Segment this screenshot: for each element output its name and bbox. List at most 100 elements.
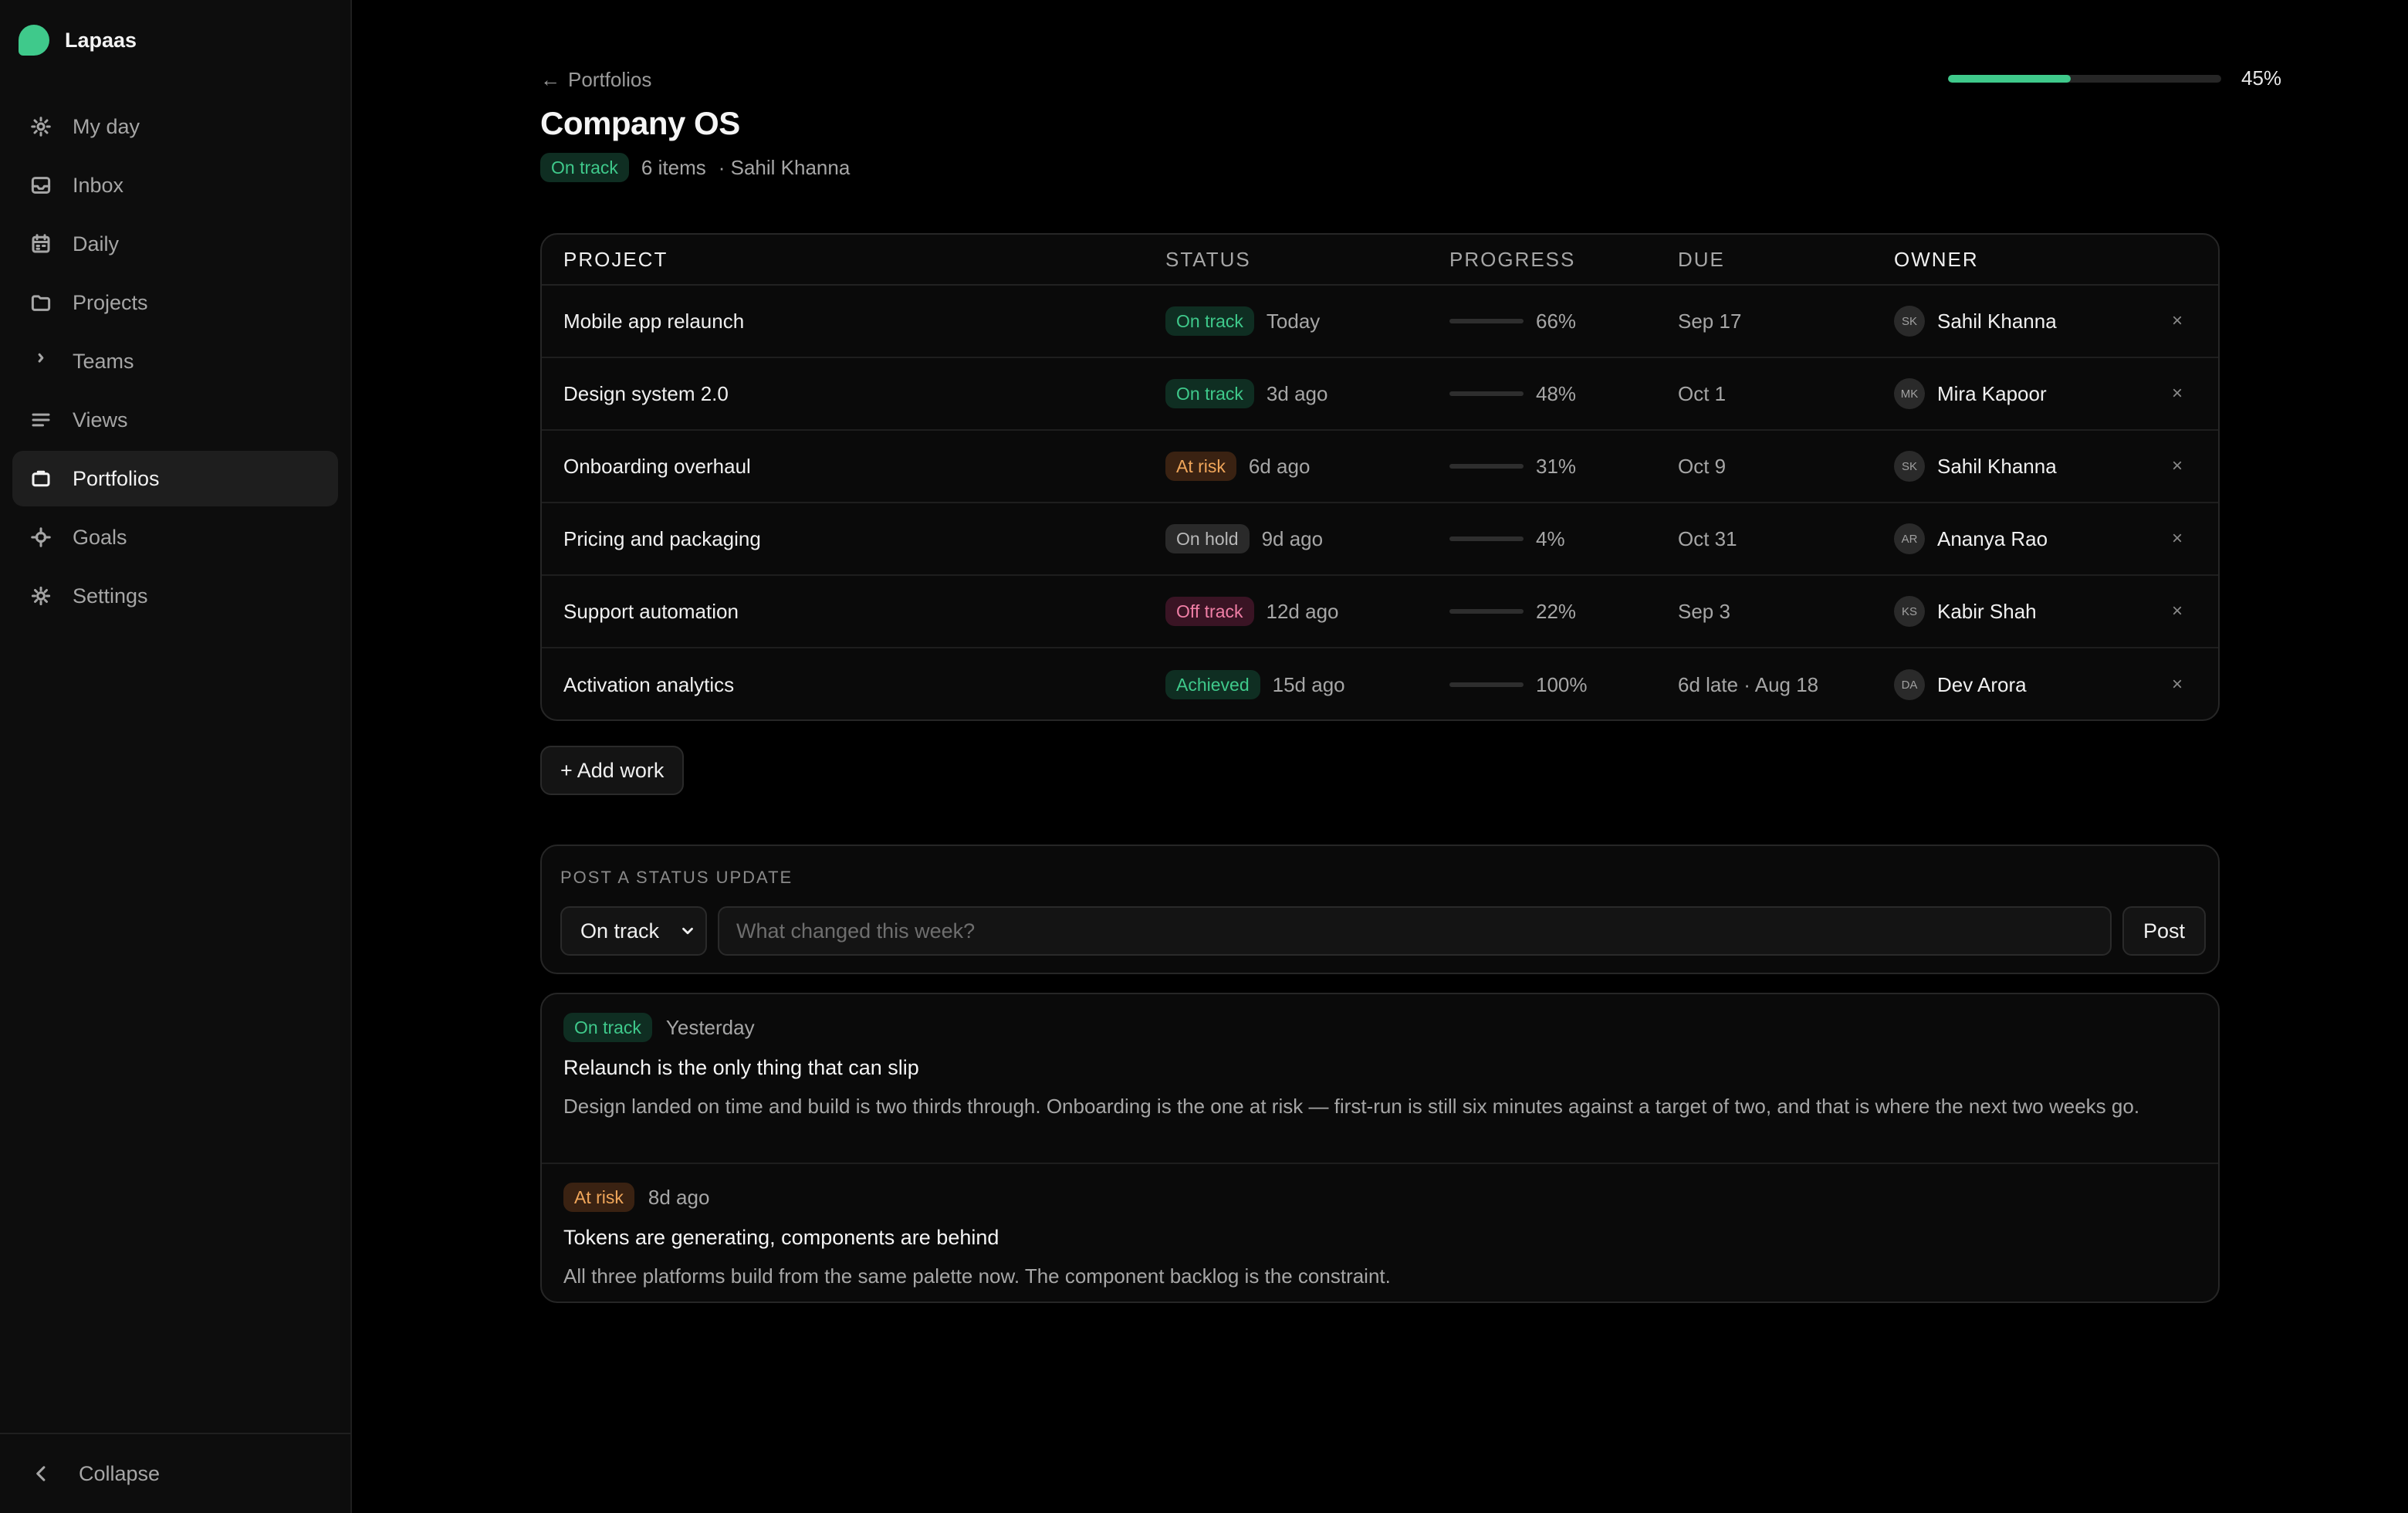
table-row[interactable]: Support automation Off track 12d ago 22%… bbox=[542, 576, 2218, 648]
composer-label: POST A STATUS UPDATE bbox=[560, 868, 793, 887]
due-date[interactable]: 6d late · Aug 18 bbox=[1678, 673, 1818, 697]
owner-name: Ananya Rao bbox=[1937, 526, 2048, 550]
remove-row-icon[interactable]: × bbox=[2172, 674, 2183, 696]
update-time: 8d ago bbox=[648, 1185, 710, 1209]
owner-name: Mira Kapoor bbox=[1937, 381, 2047, 405]
sidebar-item-portfolios[interactable]: Portfolios bbox=[12, 451, 338, 506]
sidebar-item-label: Inbox bbox=[73, 173, 124, 197]
avatar: KS bbox=[1894, 596, 1925, 627]
project-name[interactable]: Support automation bbox=[563, 600, 739, 624]
avatar: MK bbox=[1894, 378, 1925, 409]
due-date[interactable]: Sep 17 bbox=[1678, 310, 1741, 333]
sidebar-item-goals[interactable]: Goals bbox=[12, 509, 338, 565]
status-badge[interactable]: At risk bbox=[1165, 452, 1236, 481]
column-header-status[interactable]: Status bbox=[1165, 248, 1251, 272]
portfolio-owner: · Sahil Khanna bbox=[718, 155, 851, 179]
remove-row-icon[interactable]: × bbox=[2172, 455, 2183, 477]
sidebar-item-settings[interactable]: Settings bbox=[12, 568, 338, 624]
brand-name: Lapaas bbox=[65, 28, 137, 52]
column-header-project[interactable]: Project bbox=[563, 248, 668, 272]
sidebar: Lapaas My day Inbox Daily Projects Teams… bbox=[0, 0, 352, 1513]
updated-time: Today bbox=[1266, 309, 1321, 333]
column-header-owner[interactable]: Owner bbox=[1894, 248, 1979, 272]
status-badge[interactable]: On hold bbox=[1165, 524, 1250, 553]
update-time: Yesterday bbox=[665, 1015, 755, 1039]
project-name[interactable]: Design system 2.0 bbox=[563, 382, 729, 406]
brand[interactable]: Lapaas bbox=[19, 25, 137, 56]
status-badge: At risk bbox=[563, 1183, 634, 1212]
status-update-item: On track Yesterday Relaunch is the only … bbox=[542, 994, 2218, 1163]
owner-cell[interactable]: KS Kabir Shah bbox=[1894, 596, 2037, 627]
update-body: All three platforms build from the same … bbox=[563, 1264, 1391, 1288]
sidebar-item-views[interactable]: Views bbox=[12, 392, 338, 448]
portfolio-meta: On track 6 items · Sahil Khanna bbox=[540, 153, 850, 182]
status-select[interactable]: On track bbox=[560, 906, 707, 956]
column-header-progress[interactable]: Progress bbox=[1449, 248, 1575, 272]
remove-row-icon[interactable]: × bbox=[2172, 528, 2183, 550]
owner-cell[interactable]: DA Dev Arora bbox=[1894, 669, 2027, 700]
owner-name: Dev Arora bbox=[1937, 672, 2027, 696]
sidebar-item-label: Views bbox=[73, 408, 128, 432]
sidebar-item-label: Portfolios bbox=[73, 466, 160, 490]
progress-cell: 48% bbox=[1449, 382, 1576, 406]
briefcase-icon bbox=[29, 467, 52, 490]
post-button[interactable]: Post bbox=[2122, 906, 2206, 956]
owner-cell[interactable]: MK Mira Kapoor bbox=[1894, 378, 2047, 409]
table-row[interactable]: Activation analytics Achieved 15d ago 10… bbox=[542, 648, 2218, 719]
page-title: Company OS bbox=[540, 105, 740, 141]
status-cell: On track 3d ago bbox=[1165, 379, 1327, 408]
status-badge[interactable]: Off track bbox=[1165, 597, 1254, 626]
status-badge[interactable]: On track bbox=[1165, 306, 1254, 336]
collapse-sidebar-button[interactable]: Collapse bbox=[0, 1433, 350, 1513]
remove-row-icon[interactable]: × bbox=[2172, 601, 2183, 622]
sidebar-item-label: My day bbox=[73, 114, 140, 138]
owner-cell[interactable]: AR Ananya Rao bbox=[1894, 523, 2048, 554]
due-date[interactable]: Sep 3 bbox=[1678, 600, 1730, 624]
calendar-icon bbox=[29, 232, 52, 256]
updated-time: 6d ago bbox=[1248, 454, 1311, 478]
progress-label: 22% bbox=[1536, 599, 1577, 623]
overall-progress-label: 45% bbox=[2241, 66, 2282, 90]
add-work-button[interactable]: + Add work bbox=[540, 746, 685, 795]
table-row[interactable]: Design system 2.0 On track 3d ago 48% Oc… bbox=[542, 358, 2218, 431]
back-link-label: Portfolios bbox=[568, 68, 652, 91]
table-row[interactable]: Pricing and packaging On hold 9d ago 4% … bbox=[542, 503, 2218, 576]
status-badge[interactable]: Achieved bbox=[1165, 670, 1260, 699]
status-badge[interactable]: On track bbox=[1165, 379, 1254, 408]
updated-time: 12d ago bbox=[1266, 599, 1339, 623]
sidebar-item-inbox[interactable]: Inbox bbox=[12, 157, 338, 213]
update-title: Tokens are generating, components are be… bbox=[563, 1226, 999, 1249]
remove-row-icon[interactable]: × bbox=[2172, 310, 2183, 332]
chevron-right-icon bbox=[29, 350, 52, 373]
column-header-due[interactable]: Due bbox=[1678, 248, 1725, 272]
status-update-item: At risk 8d ago Tokens are generating, co… bbox=[542, 1163, 2218, 1301]
owner-cell[interactable]: SK Sahil Khanna bbox=[1894, 306, 2057, 337]
due-date[interactable]: Oct 9 bbox=[1678, 455, 1726, 479]
overall-progress-fill bbox=[1948, 74, 2071, 83]
sidebar-item-label: Teams bbox=[73, 349, 134, 373]
sidebar-item-label: Goals bbox=[73, 525, 127, 549]
due-date[interactable]: Oct 1 bbox=[1678, 382, 1726, 406]
status-cell: At risk 6d ago bbox=[1165, 452, 1310, 481]
status-select-value: On track bbox=[580, 919, 660, 943]
progress-cell: 31% bbox=[1449, 455, 1576, 479]
project-name[interactable]: Activation analytics bbox=[563, 673, 734, 697]
sidebar-item-projects[interactable]: Projects bbox=[12, 275, 338, 330]
table-row[interactable]: Mobile app relaunch On track Today 66% S… bbox=[542, 286, 2218, 358]
table-row[interactable]: Onboarding overhaul At risk 6d ago 31% O… bbox=[542, 431, 2218, 503]
back-to-portfolios-link[interactable]: ← Portfolios bbox=[540, 68, 651, 92]
remove-row-icon[interactable]: × bbox=[2172, 383, 2183, 404]
avatar: AR bbox=[1894, 523, 1925, 554]
sidebar-item-daily[interactable]: Daily bbox=[12, 216, 338, 272]
sidebar-item-label: Settings bbox=[73, 584, 148, 608]
status-cell: Off track 12d ago bbox=[1165, 597, 1338, 626]
project-name[interactable]: Onboarding overhaul bbox=[563, 455, 751, 479]
status-update-input[interactable] bbox=[718, 906, 2112, 956]
due-date[interactable]: Oct 31 bbox=[1678, 527, 1737, 551]
sidebar-item-my-day[interactable]: My day bbox=[12, 99, 338, 154]
project-name[interactable]: Pricing and packaging bbox=[563, 527, 761, 551]
update-meta: On track Yesterday bbox=[563, 1013, 2197, 1042]
sidebar-item-teams[interactable]: Teams bbox=[12, 333, 338, 389]
project-name[interactable]: Mobile app relaunch bbox=[563, 310, 744, 333]
owner-cell[interactable]: SK Sahil Khanna bbox=[1894, 451, 2057, 482]
